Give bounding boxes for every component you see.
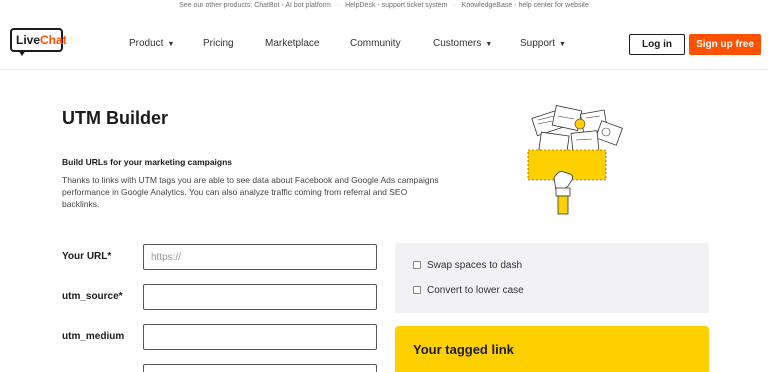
top-bar-intro: See our other products: [179,2,253,9]
options-panel: Swap spaces to dash Convert to lower cas… [395,243,709,313]
caret-down-icon: ▼ [559,41,566,48]
tagged-link-title: Your tagged link [413,342,514,357]
main-navigation: LiveChat Product ▼ Pricing Marketplace Co… [0,20,768,70]
separator: · [336,2,340,9]
link-helpdesk[interactable]: HelpDesk - support ticket system [345,2,447,9]
your-url-label: Your URL* [62,251,112,262]
nav-community[interactable]: Community [350,20,401,68]
utm-source-label: utm_source* [62,291,123,302]
signup-button[interactable]: Sign up free [689,34,761,55]
lower-case-option[interactable]: Convert to lower case [413,285,524,296]
login-button[interactable]: Log in [629,34,685,55]
livechat-logo[interactable]: LiveChat [10,28,67,58]
nav-customers[interactable]: Customers ▼ [433,20,492,68]
nav-marketplace[interactable]: Marketplace [265,20,319,68]
utm-campaign-input[interactable] [143,364,377,372]
link-knowledgebase[interactable]: KnowledgeBase - help center for website [462,2,589,9]
lower-case-checkbox[interactable] [413,286,421,294]
separator: · [453,2,456,9]
caret-down-icon: ▼ [167,41,175,48]
link-chatbot[interactable]: ChatBot - AI bot platform [254,2,331,9]
swap-spaces-checkbox[interactable] [413,261,421,269]
tagged-link-panel: Your tagged link [395,326,709,372]
hand-holding-papers-illustration [527,105,623,215]
nav-product[interactable]: Product ▼ [129,20,174,68]
your-url-input[interactable] [143,244,377,270]
utm-medium-input[interactable] [143,324,377,350]
swap-spaces-option[interactable]: Swap spaces to dash [413,260,522,271]
nav-support[interactable]: Support ▼ [520,20,566,68]
page-description: Thanks to links with UTM tags you are ab… [62,175,439,209]
utm-source-input[interactable] [143,284,377,310]
utm-medium-label: utm_medium [62,331,125,342]
nav-pricing[interactable]: Pricing [203,20,234,68]
caret-down-icon: ▼ [485,41,493,48]
page-title: UTM Builder [62,108,168,128]
page-subtitle: Build URLs for your marketing campaigns [62,157,233,167]
top-products-bar: See our other products: ChatBot - AI bot… [0,0,768,12]
